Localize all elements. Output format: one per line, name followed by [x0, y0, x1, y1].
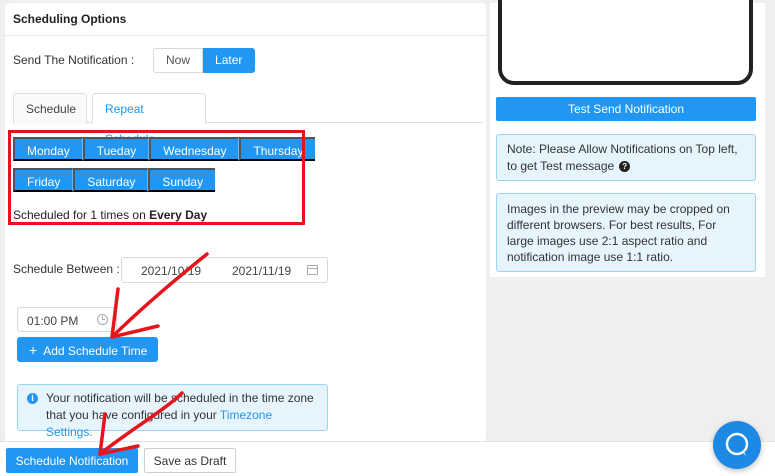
footer-action-bar: Schedule Notification Save as Draft — [0, 441, 775, 476]
test-send-notification-button[interactable]: Test Send Notification — [496, 97, 756, 121]
now-option[interactable]: Now — [153, 48, 204, 73]
tab-schedule[interactable]: Schedule — [13, 93, 87, 124]
end-date: 2021/11/19 — [232, 264, 292, 278]
time-picker[interactable]: 01:00 PM — [17, 307, 117, 332]
add-schedule-time-button[interactable]: + Add Schedule Time — [17, 337, 158, 362]
save-as-draft-button[interactable]: Save as Draft — [144, 448, 236, 473]
test-note-box: Note: Please Allow Notifications on Top … — [496, 134, 756, 181]
chat-support-button[interactable] — [713, 421, 761, 469]
info-icon: i — [27, 393, 38, 404]
preview-panel: Test Send Notification Note: Please Allo… — [490, 0, 765, 277]
panel-divider — [5, 35, 486, 36]
schedule-between-label: Schedule Between : — [13, 262, 120, 276]
calendar-icon — [307, 265, 318, 275]
send-notification-label: Send The Notification : — [13, 53, 135, 67]
plus-icon: + — [29, 341, 38, 358]
timezone-info-text: Your notification will be scheduled in t… — [46, 391, 314, 422]
image-crop-warning: Images in the preview may be cropped on … — [496, 193, 756, 272]
schedule-tabs: Schedule Repeat Schedule — [13, 93, 483, 146]
timezone-info-box: i Your notification will be scheduled in… — [17, 384, 328, 439]
scheduling-options-panel: Scheduling Options Send The Notification… — [5, 3, 486, 443]
date-range-picker[interactable]: 2021/10/19 2021/11/19 — [121, 257, 328, 283]
panel-title: Scheduling Options — [13, 12, 127, 26]
chat-bubble-icon — [725, 432, 749, 456]
annotation-highlight-box — [8, 130, 305, 225]
clock-icon — [97, 314, 108, 325]
schedule-notification-button[interactable]: Schedule Notification — [6, 448, 138, 473]
help-icon[interactable]: ? — [619, 161, 631, 173]
phone-preview-frame — [498, 0, 753, 85]
add-schedule-time-label: Add Schedule Time — [43, 343, 148, 358]
time-value: 01:00 PM — [27, 314, 79, 328]
send-mode-toggle: Now Later — [153, 48, 256, 73]
tab-repeat-schedule[interactable]: Repeat Schedule — [92, 93, 206, 146]
later-option[interactable]: Later — [203, 48, 256, 73]
start-date: 2021/10/19 — [141, 264, 202, 278]
